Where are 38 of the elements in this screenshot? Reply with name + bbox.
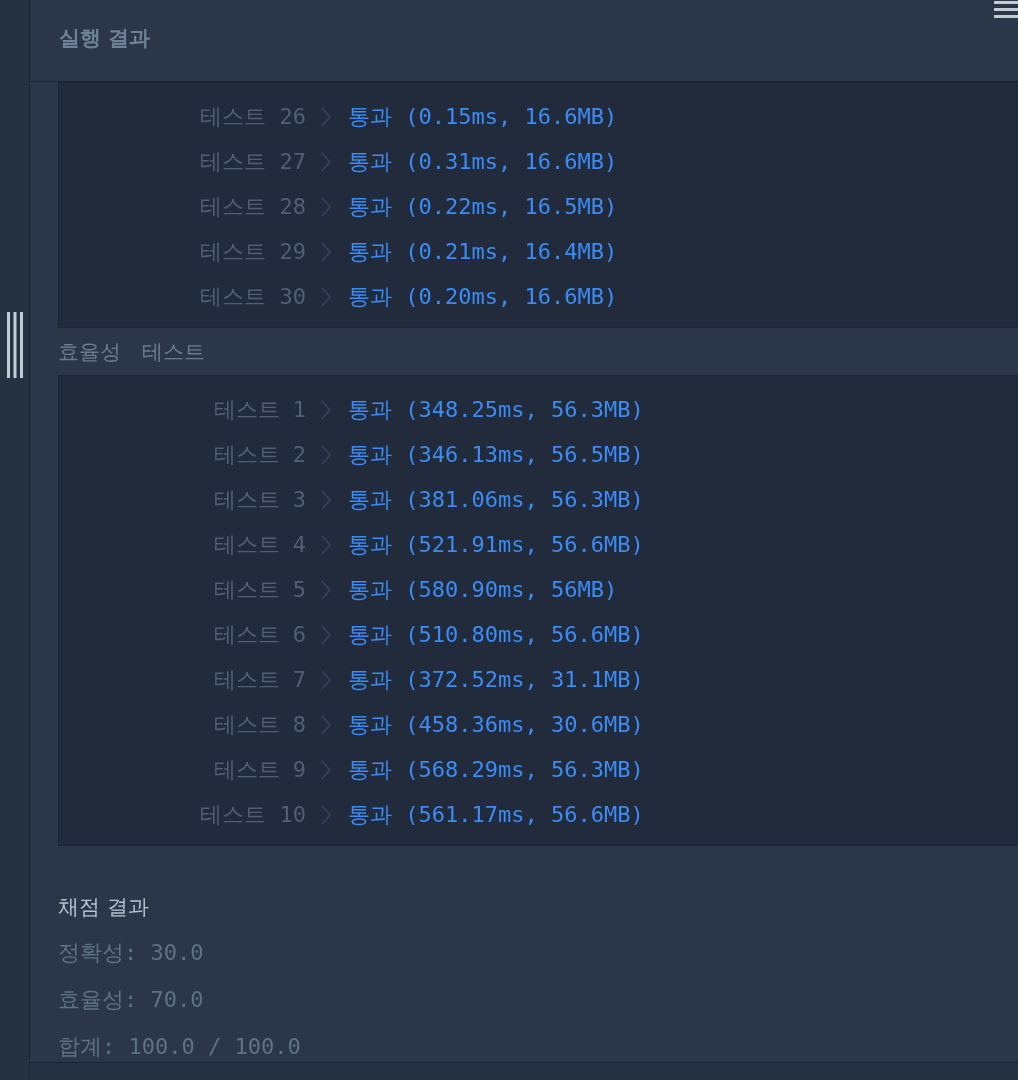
score-line: 합계: 100.0 / 100.0 [58,1033,302,1061]
chevron-right-icon [320,533,332,556]
chevron-right-icon [320,668,332,691]
chevron-right-icon [320,803,332,826]
test-result: 통과 (0.22ms, 16.5MB) [348,192,618,221]
menu-icon[interactable] [994,0,1018,19]
test-result: 통과 (348.25ms, 56.3MB) [348,395,644,424]
test-result: 통과 (346.13ms, 56.5MB) [348,440,644,469]
chevron-right-icon [320,150,332,173]
section-title: 효율성 테스트 [58,338,205,366]
chevron-right-icon [320,105,332,128]
chevron-right-icon [320,623,332,646]
chevron-right-icon [320,488,332,511]
drag-handle-icon[interactable] [4,312,25,378]
test-result: 통과 (580.90ms, 56MB) [348,575,618,604]
test-result: 통과 (0.21ms, 16.4MB) [348,237,618,266]
grading-title: 채점 결과 [58,894,150,921]
score-line: 정확성: 30.0 [58,939,205,967]
test-result: 통과 (0.20ms, 16.6MB) [348,282,618,311]
test-result: 통과 (510.80ms, 56.6MB) [348,620,644,649]
test-result: 통과 (561.17ms, 56.6MB) [348,800,644,829]
chevron-right-icon [320,240,332,263]
test-result: 통과 (458.36ms, 30.6MB) [348,710,644,739]
chevron-right-icon [320,285,332,308]
test-result: 통과 (521.91ms, 56.6MB) [348,530,644,559]
chevron-right-icon [320,713,332,736]
test-result: 통과 (381.06ms, 56.3MB) [348,485,644,514]
panel-title: 실행 결과 [59,25,151,52]
chevron-right-icon [320,398,332,421]
test-result: 통과 (372.52ms, 31.1MB) [348,665,644,694]
chevron-right-icon [320,443,332,466]
test-result: 통과 (0.31ms, 16.6MB) [348,147,618,176]
test-result: 통과 (0.15ms, 16.6MB) [348,102,618,131]
test-result: 통과 (568.29ms, 56.3MB) [348,755,644,784]
chevron-right-icon [320,758,332,781]
score-line: 효율성: 70.0 [58,986,205,1014]
chevron-right-icon [320,195,332,218]
chevron-right-icon [320,578,332,601]
